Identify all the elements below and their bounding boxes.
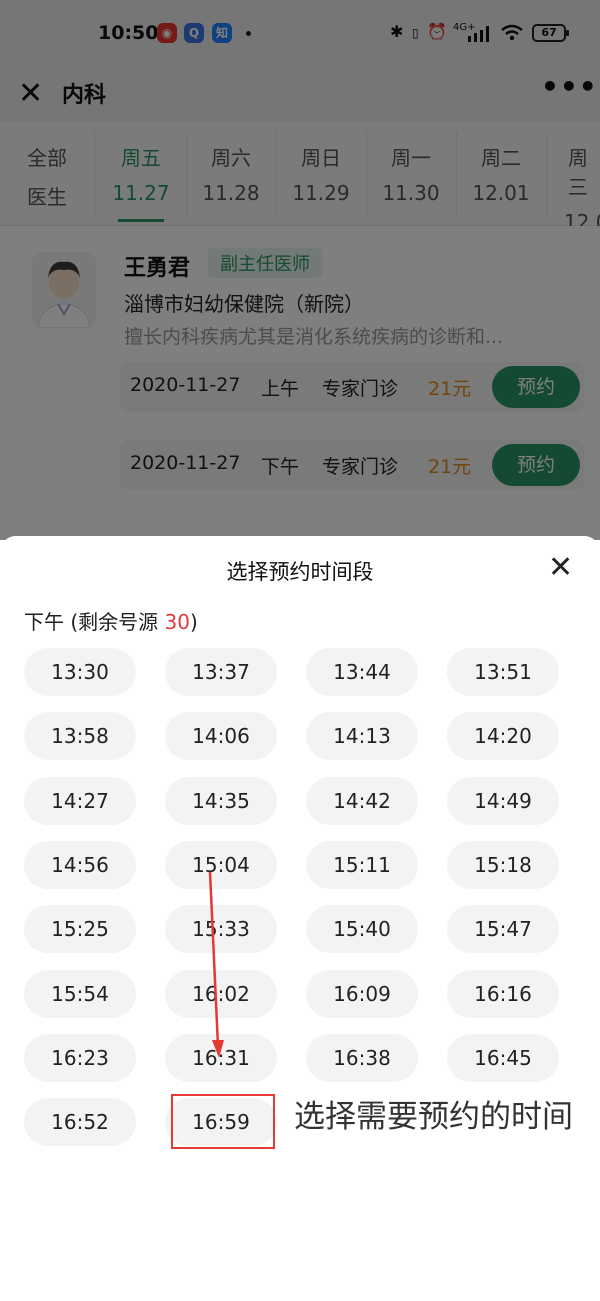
time-slot-button[interactable]: 13:44 [306, 648, 418, 696]
time-slot-button[interactable]: 15:47 [447, 905, 559, 953]
time-slot-button[interactable]: 14:35 [165, 777, 277, 825]
time-slot-button[interactable]: 16:52 [24, 1098, 136, 1146]
section-label: 下午 (剩余号源 30) [24, 606, 198, 635]
time-slot-button[interactable]: 15:33 [165, 905, 277, 953]
time-slot-button[interactable]: 15:18 [447, 841, 559, 889]
modal-mask[interactable] [0, 0, 600, 540]
time-slot-button[interactable]: 16:38 [306, 1034, 418, 1082]
time-slot-button[interactable]: 13:58 [24, 712, 136, 760]
time-slot-button[interactable]: 13:30 [24, 648, 136, 696]
time-slot-button[interactable]: 13:51 [447, 648, 559, 696]
highlight-box [171, 1094, 275, 1149]
section-prefix: 下午 (剩余号源 [24, 610, 165, 634]
time-slot-button[interactable]: 16:31 [165, 1034, 277, 1082]
time-slot-button[interactable]: 14:42 [306, 777, 418, 825]
time-slot-button[interactable]: 16:16 [447, 970, 559, 1018]
time-slot-button[interactable]: 14:49 [447, 777, 559, 825]
section-suffix: ) [189, 610, 198, 634]
time-slot-button[interactable]: 16:23 [24, 1034, 136, 1082]
time-slot-button[interactable]: 15:11 [306, 841, 418, 889]
remaining-count: 30 [164, 610, 190, 634]
time-slot-button[interactable]: 14:20 [447, 712, 559, 760]
time-slot-button[interactable]: 14:56 [24, 841, 136, 889]
sheet-title: 选择预约时间段 [226, 560, 374, 584]
annotation-text: 选择需要预约的时间 [294, 1099, 573, 1135]
time-slot-button[interactable]: 15:40 [306, 905, 418, 953]
time-slot-button[interactable]: 14:13 [306, 712, 418, 760]
time-slot-button[interactable]: 14:06 [165, 712, 277, 760]
time-slot-button[interactable]: 15:25 [24, 905, 136, 953]
time-slot-button[interactable]: 13:37 [165, 648, 277, 696]
time-slot-button[interactable]: 16:09 [306, 970, 418, 1018]
time-slot-button[interactable]: 16:45 [447, 1034, 559, 1082]
time-slot-button[interactable]: 16:02 [165, 970, 277, 1018]
close-icon[interactable]: ✕ [548, 550, 573, 586]
time-slot-button[interactable]: 14:27 [24, 777, 136, 825]
time-slot-button[interactable]: 15:54 [24, 970, 136, 1018]
time-slot-button[interactable]: 15:04 [165, 841, 277, 889]
